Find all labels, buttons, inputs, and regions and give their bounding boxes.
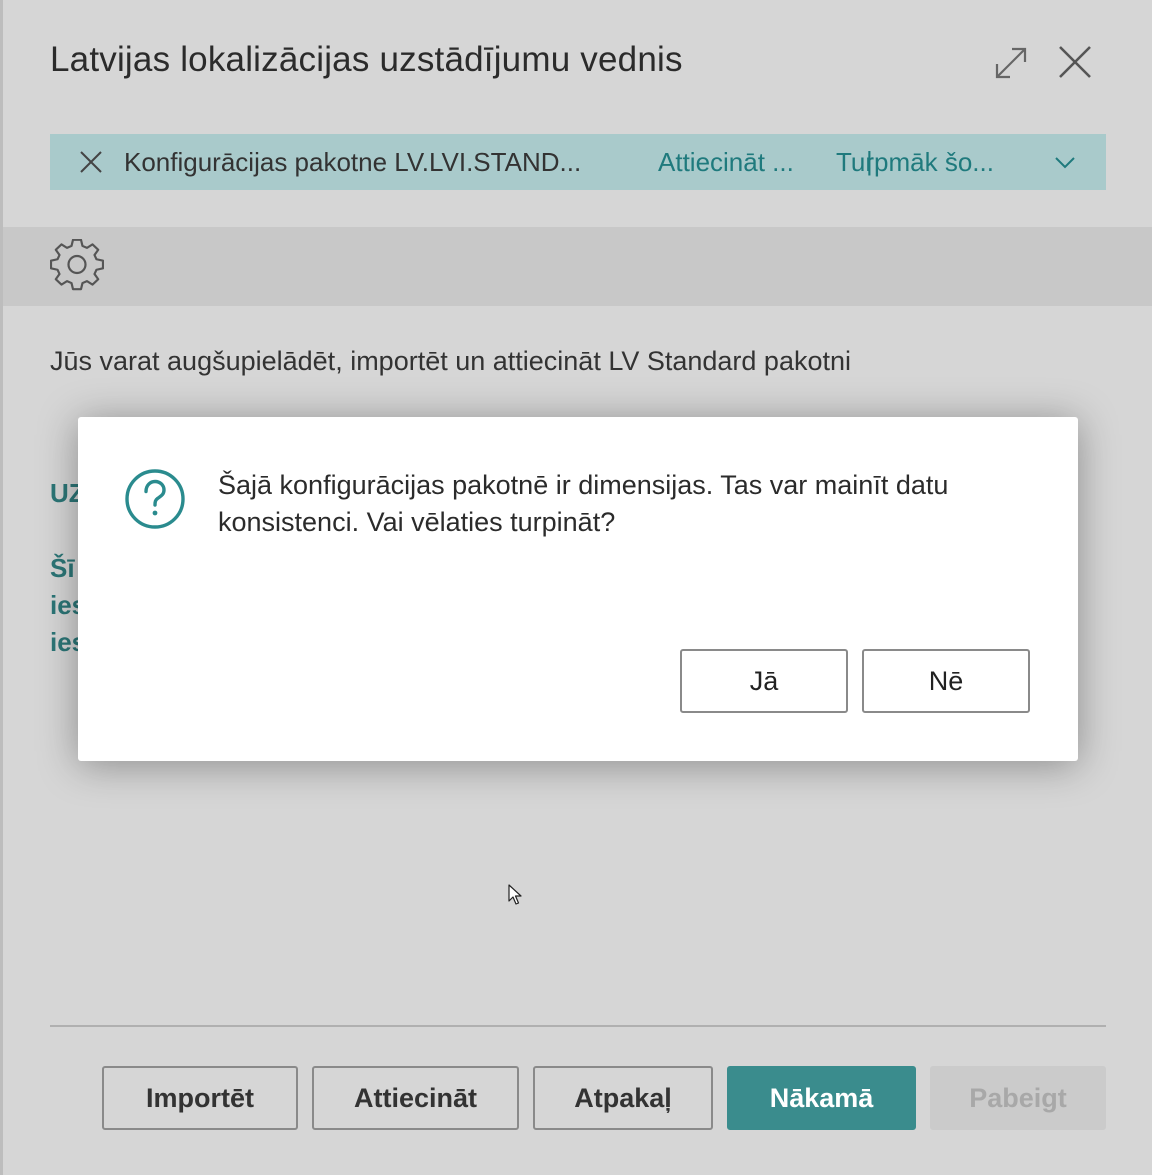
back-button[interactable]: Atpakaļ bbox=[533, 1066, 713, 1130]
next-button[interactable]: Nākamā bbox=[727, 1066, 916, 1130]
finish-button: Pabeigt bbox=[930, 1066, 1106, 1130]
close-button[interactable] bbox=[1053, 40, 1097, 84]
settings-button[interactable] bbox=[49, 238, 105, 293]
window-edge bbox=[0, 0, 3, 1175]
question-icon bbox=[124, 468, 186, 530]
expand-icon bbox=[995, 47, 1027, 79]
apply-button[interactable]: Attiecināt bbox=[312, 1066, 519, 1130]
import-button[interactable]: Importēt bbox=[102, 1066, 298, 1130]
dialog-message: Šajā konfigurācijas pakotnē ir dimensija… bbox=[218, 470, 949, 537]
yes-button[interactable]: Jā bbox=[680, 649, 848, 713]
confirm-dialog: Šajā konfigurācijas pakotnē ir dimensija… bbox=[78, 417, 1078, 761]
notification-text: Konfigurācijas pakotne LV.LVI.STAND... bbox=[124, 147, 582, 177]
notification-dismiss-button[interactable] bbox=[78, 149, 104, 175]
mouse-cursor-icon bbox=[508, 884, 522, 905]
action-toolbar bbox=[3, 227, 1152, 306]
close-icon bbox=[80, 151, 102, 173]
notification-expand-button[interactable] bbox=[1052, 149, 1078, 175]
chevron-down-icon bbox=[1055, 157, 1075, 169]
page-title: Latvijas lokalizācijas uzstādījumu vedni… bbox=[50, 40, 683, 79]
notification-more-link[interactable]: Turpmāk šo... bbox=[836, 147, 994, 178]
notification-bar: Konfigurācijas pakotne LV.LVI.STAND... A… bbox=[50, 134, 1106, 190]
notification-apply-link[interactable]: Attiecināt ... bbox=[658, 147, 794, 178]
page-description: Jūs varat augšupielādēt, importēt un att… bbox=[50, 346, 851, 376]
expand-button[interactable] bbox=[990, 42, 1032, 84]
close-icon bbox=[1059, 46, 1091, 78]
no-button[interactable]: Nē bbox=[862, 649, 1030, 713]
gear-icon bbox=[49, 238, 105, 291]
footer-divider bbox=[50, 1025, 1106, 1027]
